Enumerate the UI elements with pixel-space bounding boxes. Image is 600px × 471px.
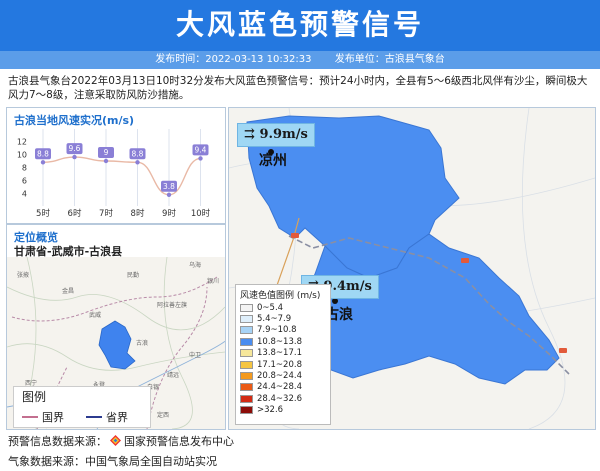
x-tick-label: 7时 bbox=[99, 208, 113, 219]
legend-row: 24.4~28.4 bbox=[236, 382, 330, 393]
legend-row: 7.9~10.8 bbox=[236, 325, 330, 336]
publish-center-logo-icon bbox=[110, 435, 121, 446]
legend-row: 17.1~20.8 bbox=[236, 359, 330, 370]
legend-row: >32.6 bbox=[236, 405, 330, 416]
city-label-liangzhou: 凉州 bbox=[259, 153, 287, 169]
legend-label: 24.4~28.4 bbox=[257, 382, 302, 393]
province-border-label: 省界 bbox=[106, 411, 128, 424]
overview-map-legend: 图例 国界 省界 bbox=[13, 386, 151, 428]
legend-row: 5.4~7.9 bbox=[236, 313, 330, 324]
legend-swatch bbox=[240, 337, 253, 346]
place-label: 乌海 bbox=[189, 261, 201, 269]
legend-swatch bbox=[240, 360, 253, 369]
legend-swatch bbox=[240, 303, 253, 312]
data-label: 3.8 bbox=[163, 182, 175, 191]
legend-swatch bbox=[240, 326, 253, 335]
place-label: 张掖 bbox=[17, 271, 29, 279]
national-border-icon bbox=[22, 416, 38, 418]
place-label: 中卫 bbox=[189, 351, 201, 359]
data-point[interactable] bbox=[135, 160, 140, 165]
legend-swatch bbox=[240, 406, 253, 415]
x-tick-label: 5时 bbox=[36, 208, 50, 219]
province-border-icon bbox=[86, 416, 102, 418]
data-label: 9.4 bbox=[195, 145, 207, 154]
place-label: 古浪 bbox=[136, 339, 148, 347]
publish-unit: 发布单位：古浪县气象台 bbox=[334, 54, 445, 65]
footer-source-weather: 气象数据来源：中国气象局全国自动站实况 bbox=[8, 455, 217, 468]
legend-row: 0~5.4 bbox=[236, 302, 330, 313]
legend-label: 13.8~17.1 bbox=[257, 348, 302, 359]
data-point[interactable] bbox=[103, 158, 109, 164]
place-label: 阿拉善左旗 bbox=[157, 301, 187, 309]
legend-label: >32.6 bbox=[257, 405, 284, 416]
location-overview-panel: 定位概览 甘肃省-武威市-古浪县 民勤 武威 古浪 永登 西宁 兰州 临夏 定 bbox=[6, 224, 226, 430]
data-point[interactable] bbox=[166, 192, 172, 197]
place-label: 武威 bbox=[89, 311, 101, 319]
data-point[interactable] bbox=[72, 154, 77, 160]
publish-info-bar: 发布时间：2022-03-13 10:32:33 发布单位：古浪县气象台 bbox=[0, 51, 600, 69]
legend-row: 10.8~13.8 bbox=[236, 336, 330, 347]
wind-legend-title: 风速色值图例 (m/s) bbox=[240, 291, 321, 301]
wind-value: 9.9m/s bbox=[259, 127, 308, 142]
data-label: 8.8 bbox=[37, 149, 49, 158]
data-point[interactable] bbox=[40, 160, 46, 165]
x-tick-label: 8时 bbox=[131, 208, 145, 219]
data-label: 9 bbox=[104, 148, 109, 157]
x-tick-label: 6时 bbox=[68, 208, 82, 219]
overview-legend-title: 图例 bbox=[22, 390, 47, 404]
y-tick-label: 8 bbox=[22, 164, 27, 173]
wind-speed-panel: 古浪当地风速实况(m/s) 12 10 8 6 4 8.8 5时 9.6 6时 9 7时 8.8 8时 3… bbox=[6, 107, 226, 224]
page-title: 大风蓝色预警信号 bbox=[175, 8, 424, 41]
legend-row: 20.8~24.4 bbox=[236, 370, 330, 381]
place-label: 银川 bbox=[207, 277, 219, 285]
legend-swatch bbox=[240, 383, 253, 392]
legend-swatch bbox=[240, 315, 253, 324]
y-tick-label: 12 bbox=[17, 138, 27, 147]
place-label: 靖远 bbox=[167, 371, 179, 379]
y-tick-label: 4 bbox=[22, 190, 27, 199]
wind-icon: ⇉ bbox=[244, 127, 255, 142]
data-label: 9.6 bbox=[69, 144, 81, 153]
footer-source-warning: 预警信息数据来源： 国家预警信息发布中心 bbox=[8, 433, 234, 449]
legend-national-border: 国界 bbox=[22, 409, 64, 425]
warning-source-name[interactable]: 国家预警信息发布中心 bbox=[124, 435, 234, 448]
legend-label: 0~5.4 bbox=[257, 302, 284, 313]
wind-speed-chart: 12 10 8 6 4 8.8 5时 9.6 6时 9 7时 8.8 8时 3.8 9时 9.4 10时 bbox=[17, 129, 211, 219]
national-border-label: 国界 bbox=[42, 411, 64, 424]
legend-swatch bbox=[240, 349, 253, 358]
legend-label: 10.8~13.8 bbox=[257, 336, 302, 347]
place-label: 定西 bbox=[157, 411, 169, 419]
y-tick-label: 6 bbox=[22, 177, 27, 186]
header-bar: 大风蓝色预警信号 bbox=[0, 0, 600, 51]
legend-label: 5.4~7.9 bbox=[257, 314, 292, 325]
publish-time: 发布时间：2022-03-13 10:32:33 bbox=[155, 54, 312, 65]
warning-source-label: 预警信息数据来源： bbox=[8, 435, 107, 448]
wind-color-legend: 风速色值图例 (m/s) 0~5.4 5.4~7.9 7.9~10.8 10.8~13… bbox=[235, 284, 331, 425]
legend-row: 13.8~17.1 bbox=[236, 348, 330, 359]
legend-swatch bbox=[240, 394, 253, 403]
y-tick-label: 10 bbox=[17, 151, 27, 160]
place-label: 金昌 bbox=[62, 287, 74, 295]
main-map-panel[interactable]: ⇉ 9.9m/s 凉州 ⇉ 9.4m/s 古浪 风速色值图例 (m/s) 0~5… bbox=[228, 107, 596, 430]
legend-label: 7.9~10.8 bbox=[257, 325, 297, 336]
place-label: 民勤 bbox=[127, 271, 139, 279]
x-tick-label: 9时 bbox=[162, 208, 176, 219]
data-point[interactable] bbox=[198, 156, 203, 161]
wind-callout-liangzhou: ⇉ 9.9m/s bbox=[237, 123, 315, 147]
warning-description: 古浪县气象台2022年03月13日10时32分发布大风蓝色预警信号：预计24小时… bbox=[8, 75, 588, 101]
legend-label: 17.1~20.8 bbox=[257, 359, 302, 370]
legend-row: 28.4~32.6 bbox=[236, 393, 330, 404]
legend-label: 28.4~32.6 bbox=[257, 393, 302, 404]
legend-swatch bbox=[240, 372, 253, 381]
legend-label: 20.8~24.4 bbox=[257, 371, 302, 382]
data-label: 8.8 bbox=[132, 149, 144, 158]
x-tick-label: 10时 bbox=[191, 208, 211, 219]
legend-province-border: 省界 bbox=[86, 409, 128, 425]
